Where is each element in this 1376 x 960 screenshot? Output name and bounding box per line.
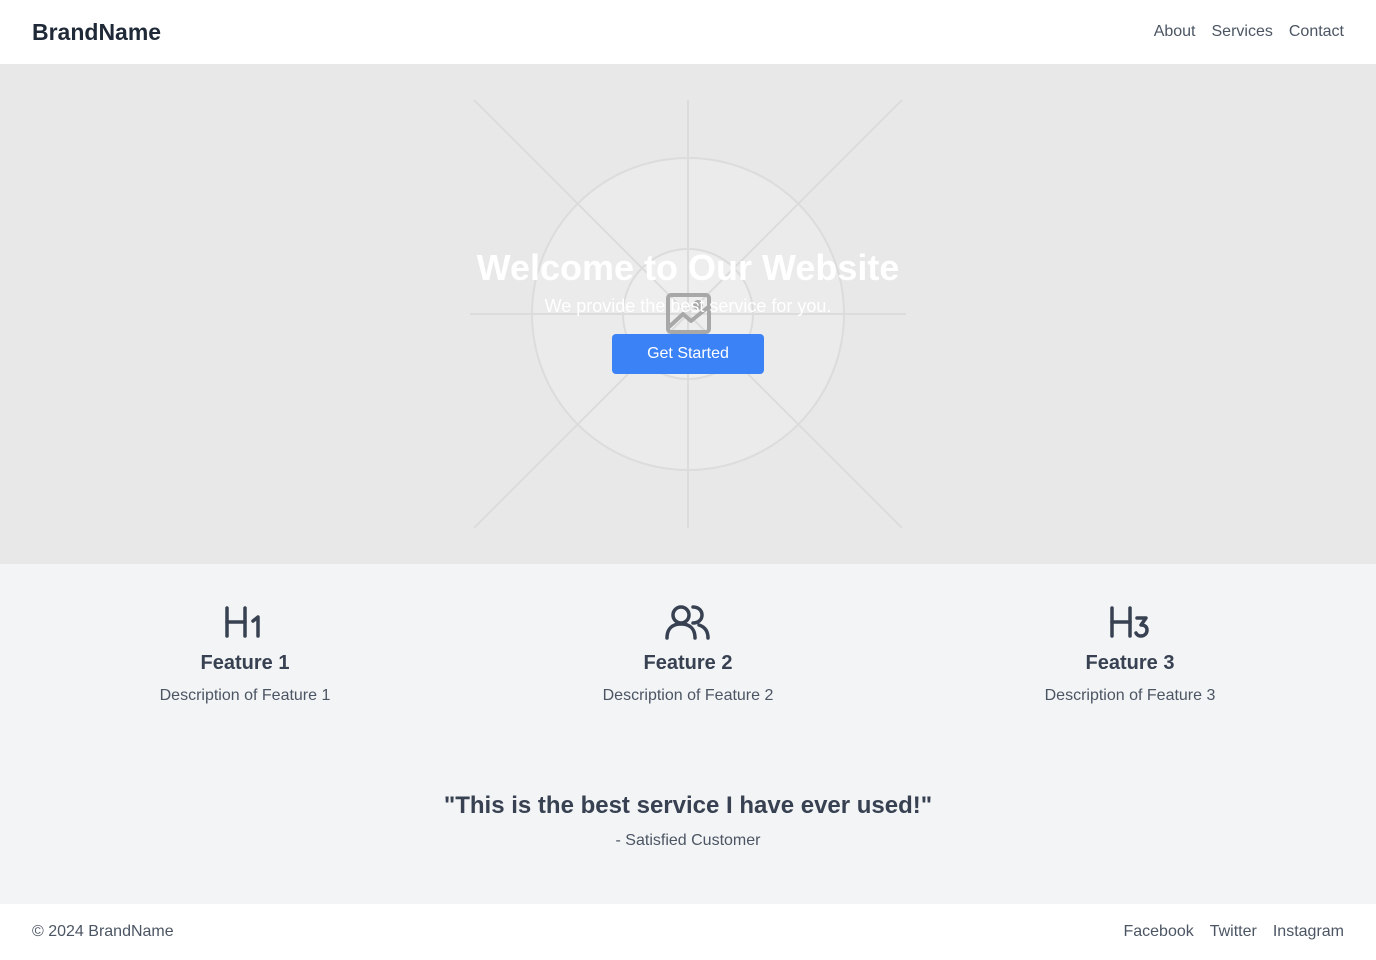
hero-section: Welcome to Our Website We provide the be… bbox=[0, 64, 1376, 564]
feature-card: Feature 3 Description of Feature 3 bbox=[980, 602, 1280, 705]
heading-3-icon bbox=[1108, 602, 1152, 642]
testimonial: "This is the best service I have ever us… bbox=[0, 792, 1376, 850]
hero-content: Welcome to Our Website We provide the be… bbox=[0, 64, 1376, 564]
users-icon bbox=[665, 602, 711, 642]
features-section: Feature 1 Description of Feature 1 Featu… bbox=[0, 564, 1376, 904]
testimonial-author: - Satisfied Customer bbox=[615, 832, 761, 849]
feature-card: Feature 2 Description of Feature 2 bbox=[538, 602, 838, 705]
copyright-text: © 2024 BrandName bbox=[32, 923, 174, 940]
get-started-button[interactable]: Get Started bbox=[612, 334, 764, 374]
nav-link-services[interactable]: Services bbox=[1212, 23, 1273, 41]
site-footer: © 2024 BrandName Facebook Twitter Instag… bbox=[0, 904, 1376, 960]
feature-description: Description of Feature 1 bbox=[159, 687, 331, 704]
heading-1-icon bbox=[223, 602, 267, 642]
feature-title: Feature 1 bbox=[200, 652, 290, 674]
nav-link-contact[interactable]: Contact bbox=[1289, 23, 1344, 41]
social-link-facebook[interactable]: Facebook bbox=[1123, 923, 1193, 941]
hero-subtitle: We provide the best service for you. bbox=[544, 296, 832, 316]
feature-card: Feature 1 Description of Feature 1 bbox=[95, 602, 395, 705]
feature-description: Description of Feature 3 bbox=[1044, 687, 1216, 704]
site-header: BrandName About Services Contact bbox=[0, 0, 1376, 64]
feature-title: Feature 3 bbox=[1085, 652, 1175, 674]
social-link-twitter[interactable]: Twitter bbox=[1210, 923, 1257, 941]
feature-title: Feature 2 bbox=[643, 652, 733, 674]
brand-logo[interactable]: BrandName bbox=[32, 19, 161, 46]
social-links: Facebook Twitter Instagram bbox=[1123, 923, 1344, 941]
social-link-instagram[interactable]: Instagram bbox=[1273, 923, 1344, 941]
nav-link-about[interactable]: About bbox=[1154, 23, 1196, 41]
main-nav: About Services Contact bbox=[1154, 23, 1344, 41]
testimonial-quote: "This is the best service I have ever us… bbox=[443, 792, 933, 819]
hero-title: Welcome to Our Website bbox=[476, 247, 900, 288]
feature-description: Description of Feature 2 bbox=[602, 687, 774, 704]
